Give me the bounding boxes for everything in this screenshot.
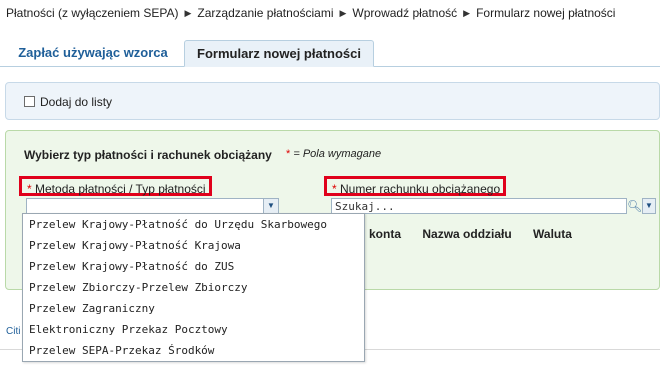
breadcrumb-separator-icon: ▶ xyxy=(184,7,192,18)
breadcrumb: Płatności (z wyłączeniem SEPA) ▶ Zarządz… xyxy=(6,5,615,21)
required-note-text: = Pola wymagane xyxy=(293,148,382,160)
column-header-branch-name: Nazwa oddziału xyxy=(422,227,512,241)
chevron-down-icon[interactable]: ▼ xyxy=(263,199,278,213)
payment-method-label: * Metoda płatności / Typ płatności xyxy=(19,176,212,196)
breadcrumb-separator-icon: ▶ xyxy=(463,7,471,18)
dropdown-option[interactable]: Przelew Zbiorczy-Przelew Zbiorczy xyxy=(23,277,364,298)
breadcrumb-item-payments[interactable]: Płatności (z wyłączeniem SEPA) xyxy=(6,6,179,20)
add-to-list-checkbox[interactable] xyxy=(24,96,35,107)
breadcrumb-item-payment-management[interactable]: Zarządzanie płatnościami xyxy=(197,6,333,20)
required-star: * xyxy=(332,182,337,196)
dropdown-option[interactable]: Przelew Zagraniczny xyxy=(23,298,364,319)
add-to-list-panel: Dodaj do listy xyxy=(5,82,660,120)
dropdown-option[interactable]: Przelew Krajowy-Płatność Krajowa xyxy=(23,235,364,256)
column-header-account: konta xyxy=(369,227,402,241)
debit-account-label: * Numer rachunku obciążanego xyxy=(324,176,506,196)
section-title: Wybierz typ płatności i rachunek obciąża… xyxy=(24,148,272,162)
debit-account-label-text: Numer rachunku obciążanego xyxy=(340,182,501,196)
required-star: * xyxy=(286,148,291,160)
dropdown-option[interactable]: Przelew SEPA-Przekaz Środków xyxy=(23,340,364,361)
add-to-list-label: Dodaj do listy xyxy=(40,95,113,109)
citi-link[interactable]: Citi xyxy=(6,326,20,337)
tab-bar: Zapłać używając wzorca Formularz nowej p… xyxy=(0,40,660,67)
account-search-input[interactable] xyxy=(331,198,627,214)
dropdown-option[interactable]: Elektroniczny Przekaz Pocztowy xyxy=(23,319,364,340)
payment-method-label-text: Metoda płatności / Typ płatności xyxy=(35,182,206,196)
breadcrumb-separator-icon: ▶ xyxy=(339,7,347,18)
breadcrumb-item-enter-payment[interactable]: Wprowadź płatność xyxy=(352,6,457,20)
chevron-down-icon[interactable]: ▼ xyxy=(642,198,656,214)
search-icon[interactable]: 🔍︎ xyxy=(627,198,642,214)
payment-method-select[interactable]: ▼ xyxy=(26,198,279,214)
payment-method-dropdown-list: Przelew Krajowy-Płatność do Urzędu Skarb… xyxy=(22,213,365,362)
breadcrumb-item-new-payment-form: Formularz nowej płatności xyxy=(476,6,616,20)
required-star: * xyxy=(27,182,32,196)
required-fields-note: * = Pola wymagane xyxy=(286,148,381,160)
column-header-currency: Waluta xyxy=(533,227,572,241)
dropdown-option[interactable]: Przelew Krajowy-Płatność do Urzędu Skarb… xyxy=(23,214,364,235)
tab-pay-using-template[interactable]: Zapłać używając wzorca xyxy=(8,40,178,66)
tab-new-payment-form[interactable]: Formularz nowej płatności xyxy=(184,40,374,67)
dropdown-option[interactable]: Przelew Krajowy-Płatność do ZUS xyxy=(23,256,364,277)
accounts-table-header: konta Nazwa oddziału Waluta xyxy=(369,227,590,241)
